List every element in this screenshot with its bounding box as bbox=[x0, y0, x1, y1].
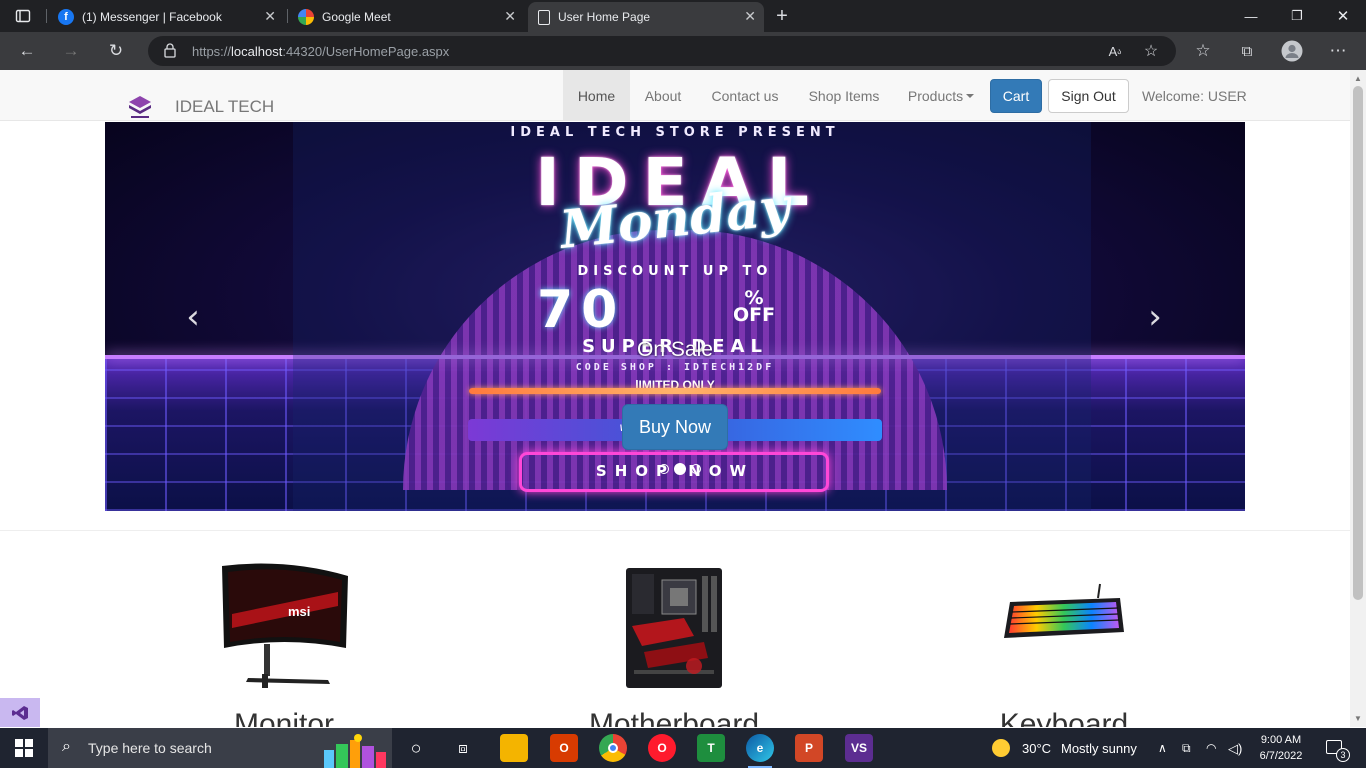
carousel-indicator-active[interactable] bbox=[674, 463, 686, 475]
task-view-icon[interactable]: ⧈ bbox=[449, 734, 477, 762]
cart-button[interactable]: Cart bbox=[990, 79, 1042, 113]
scroll-up-icon[interactable]: ▲ bbox=[1354, 74, 1362, 83]
favorites-icon[interactable]: ☆ bbox=[1192, 40, 1214, 62]
carousel-indicator[interactable] bbox=[659, 464, 669, 474]
promo-carousel: IDEAL TECH STORE PRESENT IDEAL Monday DI… bbox=[105, 122, 1245, 511]
teams-icon[interactable]: T bbox=[697, 734, 725, 762]
banner-discount-value: 70 bbox=[537, 280, 626, 340]
nav-about[interactable]: About bbox=[634, 70, 692, 121]
page-scrollbar[interactable]: ▲ ▼ bbox=[1350, 70, 1366, 727]
office-icon[interactable]: O bbox=[550, 734, 578, 762]
new-tab-icon[interactable]: + bbox=[771, 5, 793, 27]
cortana-icon[interactable]: ○ bbox=[402, 734, 430, 762]
monitor-image[interactable]: msi bbox=[218, 562, 352, 697]
tab-messenger[interactable]: f (1) Messenger | Facebook ✕ bbox=[50, 2, 284, 32]
page-viewport: IDEAL TECH Home About Contact us Shop It… bbox=[0, 70, 1350, 727]
profile-icon[interactable] bbox=[1281, 40, 1303, 62]
restore-icon[interactable]: ❐ bbox=[1274, 0, 1320, 32]
motherboard-image[interactable] bbox=[624, 566, 724, 695]
google-meet-icon bbox=[298, 9, 314, 25]
search-highlight-illustration bbox=[318, 732, 390, 768]
facebook-icon: f bbox=[58, 9, 74, 25]
tab-title: Google Meet bbox=[322, 10, 391, 24]
carousel-indicator[interactable] bbox=[691, 464, 701, 474]
search-icon: ⌕ bbox=[62, 738, 71, 755]
tab-actions-icon[interactable] bbox=[12, 5, 34, 27]
forward-icon[interactable]: → bbox=[60, 40, 82, 62]
visual-studio-icon[interactable]: VS bbox=[845, 734, 873, 762]
refresh-icon[interactable]: ↻ bbox=[105, 40, 127, 62]
lock-icon bbox=[164, 43, 176, 63]
welcome-text: Welcome: USER bbox=[1142, 88, 1247, 104]
back-icon[interactable]: ← bbox=[16, 40, 38, 62]
system-clock[interactable]: 9:00 AM 6/7/2022 bbox=[1256, 732, 1306, 764]
weather-temperature[interactable]: 30°C bbox=[1022, 741, 1051, 756]
nav-products-label: Products bbox=[907, 87, 964, 104]
nav-products-dropdown[interactable]: Products bbox=[900, 70, 982, 121]
visual-studio-badge-icon[interactable] bbox=[0, 698, 40, 727]
page-icon bbox=[538, 9, 550, 25]
buy-now-button[interactable]: Buy Now bbox=[622, 404, 728, 450]
product-name[interactable]: Motherboard bbox=[524, 708, 824, 727]
brand-logo[interactable] bbox=[126, 94, 154, 120]
minimize-icon[interactable]: — bbox=[1228, 0, 1274, 32]
site-navbar: IDEAL TECH Home About Contact us Shop It… bbox=[0, 70, 1350, 121]
wifi-icon[interactable]: ◠ bbox=[1206, 741, 1216, 755]
browser-tab-strip: f (1) Messenger | Facebook ✕ Google Meet… bbox=[0, 0, 1366, 32]
section-divider bbox=[0, 530, 1350, 531]
taskbar-search-input[interactable]: ⌕ Type here to search bbox=[48, 728, 392, 768]
caret-down-icon bbox=[966, 93, 975, 98]
close-tab-icon[interactable]: ✕ bbox=[744, 9, 756, 23]
weather-icon[interactable] bbox=[992, 739, 1010, 757]
banner-discount-label: DISCOUNT UP TO bbox=[577, 264, 773, 279]
close-window-icon[interactable]: ✕ bbox=[1320, 0, 1366, 32]
svg-text:msi: msi bbox=[288, 604, 310, 619]
nav-contact-us[interactable]: Contact us bbox=[700, 70, 790, 121]
nav-home[interactable]: Home bbox=[563, 70, 630, 121]
url-text: https://localhost:44320/UserHomePage.asp… bbox=[192, 44, 450, 59]
scrollbar-thumb[interactable] bbox=[1353, 86, 1363, 600]
tab-google-meet[interactable]: Google Meet ✕ bbox=[290, 2, 524, 32]
file-explorer-icon[interactable] bbox=[500, 734, 528, 762]
brand-name[interactable]: IDEAL TECH bbox=[175, 97, 274, 117]
carousel-caption: On Sale bbox=[637, 338, 713, 361]
volume-icon[interactable]: ◁) bbox=[1228, 741, 1242, 757]
windows-taskbar: ⌕ Type here to search ○ ⧈ O O T e P VS 3… bbox=[0, 728, 1366, 768]
powerpoint-icon[interactable]: P bbox=[795, 734, 823, 762]
keyboard-image[interactable] bbox=[1002, 582, 1126, 653]
product-name[interactable]: Monitor bbox=[134, 708, 434, 727]
add-favorite-icon[interactable]: ☆ bbox=[1140, 40, 1162, 62]
product-name[interactable]: Keyboard bbox=[914, 708, 1214, 727]
carousel-next-icon[interactable]: › bbox=[1135, 297, 1175, 337]
clock-time: 9:00 AM bbox=[1260, 734, 1302, 746]
nav-shop-items[interactable]: Shop Items bbox=[798, 70, 890, 121]
weather-condition[interactable]: Mostly sunny bbox=[1061, 741, 1137, 756]
network-device-icon[interactable]: ⧉ bbox=[1182, 741, 1191, 756]
opera-icon[interactable]: O bbox=[648, 734, 676, 762]
banner-discount-off: % OFF bbox=[733, 287, 776, 326]
notification-count: 3 bbox=[1336, 748, 1350, 762]
banner-code-text: CODE SHOP : IDTECH12DF bbox=[575, 362, 775, 373]
sign-out-button[interactable]: Sign Out bbox=[1048, 79, 1129, 113]
show-hidden-icons-icon[interactable]: ∧ bbox=[1158, 741, 1167, 755]
banner-headline-top: IDEAL TECH STORE PRESENT bbox=[510, 125, 840, 140]
address-bar[interactable]: https://localhost:44320/UserHomePage.asp… bbox=[148, 36, 1176, 66]
close-tab-icon[interactable]: ✕ bbox=[504, 9, 516, 23]
tab-title: (1) Messenger | Facebook bbox=[82, 10, 222, 24]
close-tab-icon[interactable]: ✕ bbox=[264, 9, 276, 23]
browser-toolbar: ← → ↻ https://localhost:44320/UserHomePa… bbox=[0, 32, 1366, 70]
carousel-prev-icon[interactable]: ‹ bbox=[173, 297, 213, 337]
edge-icon[interactable]: e bbox=[746, 734, 774, 768]
scroll-down-icon[interactable]: ▼ bbox=[1354, 714, 1362, 723]
collections-icon[interactable]: ⧉ bbox=[1236, 40, 1258, 62]
start-button-icon[interactable] bbox=[0, 728, 48, 768]
tab-user-home-page[interactable]: User Home Page ✕ bbox=[528, 2, 764, 32]
chrome-icon[interactable] bbox=[599, 734, 627, 762]
read-aloud-icon[interactable]: Aა bbox=[1104, 40, 1126, 62]
tab-title: User Home Page bbox=[558, 10, 651, 24]
clock-date: 6/7/2022 bbox=[1259, 750, 1303, 762]
banner-orange-bar bbox=[469, 388, 881, 394]
search-placeholder: Type here to search bbox=[88, 740, 212, 756]
more-options-icon[interactable]: ⋯ bbox=[1327, 40, 1349, 62]
